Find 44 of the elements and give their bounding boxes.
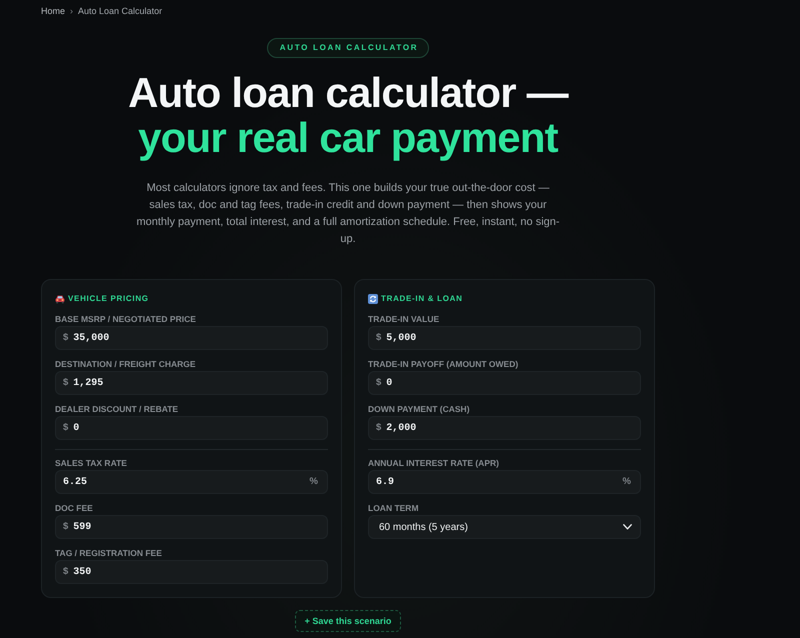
arrows-icon (368, 294, 378, 304)
panel-title: VEHICLE PRICING (68, 294, 149, 304)
field-label: DESTINATION / FREIGHT CHARGE (55, 359, 197, 369)
breadcrumb-separator: › (70, 6, 74, 16)
save-button[interactable]: + Save this scenario (294, 610, 402, 632)
field-label: DEALER DISCOUNT / REBATE (55, 404, 180, 414)
unit-prefix: $ (376, 376, 382, 390)
input-field[interactable]: $ 599 (55, 515, 328, 539)
chevron-down-icon (623, 524, 632, 530)
field-label: LOAN TERM (368, 503, 420, 513)
breadcrumb-current: Auto Loan Calculator (78, 6, 162, 16)
loan-term-dropdown[interactable]: 60 months (5 years) (368, 515, 641, 539)
unit-suffix: % (622, 474, 631, 489)
unit-prefix: $ (63, 520, 68, 534)
field-label: TRADE-IN VALUE (368, 314, 440, 324)
input-field[interactable]: $ 5,000 (368, 326, 641, 350)
input-field[interactable]: $ 2,000 (368, 416, 641, 440)
page-heading: Auto loan calculator — your real car payment (127, 70, 570, 160)
unit-prefix: $ (63, 564, 68, 579)
breadcrumb-link[interactable]: Home (41, 6, 66, 16)
section-badge: AUTO LOAN CALCULATOR (266, 38, 430, 58)
field-label: TRADE-IN PAYOFF (AMOUNT OWED) (368, 359, 520, 369)
unit-prefix: $ (376, 330, 382, 345)
field-label: BASE MSRP / NEGOTIATED PRICE (55, 314, 197, 324)
intro-paragraph: Most calculators ignore tax and fees. This one builds your true out-the-door cost — sales tax, doc and tag fees, trade-in credit and down payment — then shows your monthly payment, total interest, and a full amortization schedule. Free, instant, no sign-up. (135, 181, 561, 247)
panel-title: TRADE-IN & LOAN (381, 294, 463, 304)
field-label: DOWN PAYMENT (CASH) (368, 404, 471, 414)
field-label: TAG / REGISTRATION FEE (55, 548, 163, 558)
input-field[interactable]: $ 35,000 (55, 326, 328, 350)
field-label: DOC FEE (55, 503, 94, 513)
input-field[interactable]: 6.9 % (368, 470, 641, 494)
unit-prefix: $ (376, 420, 382, 435)
input-field[interactable]: $ 1,295 (55, 371, 328, 395)
input-field[interactable]: 6.25 % (55, 470, 328, 494)
input-field[interactable]: $ 350 (55, 560, 328, 584)
unit-prefix: $ (63, 376, 68, 390)
input-field[interactable]: $ 0 (55, 416, 328, 440)
field-label: SALES TAX RATE (55, 458, 128, 468)
input-field[interactable]: $ 0 (368, 371, 641, 395)
car-icon (55, 294, 65, 304)
unit-prefix: $ (63, 420, 68, 435)
field-label: ANNUAL INTEREST RATE (APR) (368, 458, 500, 468)
unit-suffix: % (310, 474, 318, 489)
unit-prefix: $ (63, 330, 68, 345)
